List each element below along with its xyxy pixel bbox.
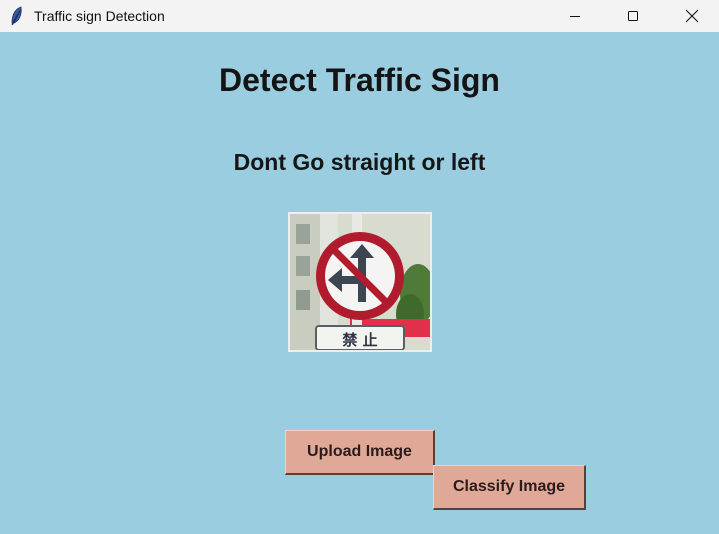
main-panel: Detect Traffic Sign Dont Go straight or … <box>0 32 719 534</box>
maximize-icon <box>628 11 638 21</box>
sign-plate-text: 禁 止 <box>342 331 377 349</box>
maximize-button[interactable] <box>610 0 656 32</box>
prediction-label: Dont Go straight or left <box>233 149 486 175</box>
minimize-button[interactable] <box>552 0 598 32</box>
upload-image-button[interactable]: Upload Image <box>285 430 435 475</box>
page-title: Detect Traffic Sign <box>219 62 500 98</box>
traffic-sign-photo: 禁 止 <box>290 214 430 350</box>
classify-image-button[interactable]: Classify Image <box>433 465 586 510</box>
close-button[interactable] <box>669 0 715 32</box>
feather-icon <box>11 6 22 26</box>
uploaded-sign-image: 禁 止 <box>288 212 432 352</box>
window-titlebar[interactable]: Traffic sign Detection <box>0 0 719 32</box>
minimize-icon <box>570 16 580 17</box>
window-title: Traffic sign Detection <box>34 8 165 24</box>
close-icon <box>685 9 699 23</box>
